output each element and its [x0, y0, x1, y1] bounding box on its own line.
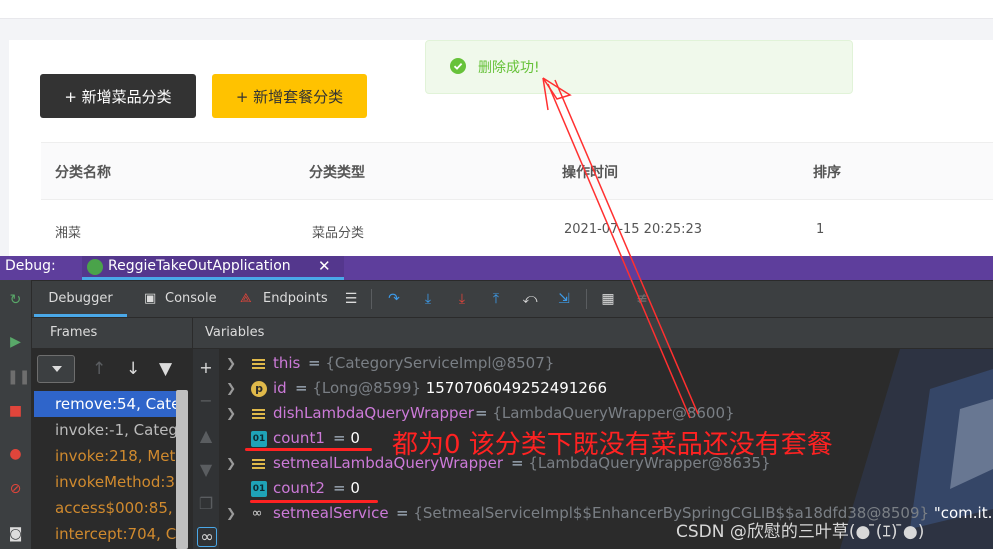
annotation-arrow: [542, 77, 699, 419]
watermark: CSDN @欣慰的三叶草(● ̄(ｴ) ̄●): [676, 522, 925, 542]
